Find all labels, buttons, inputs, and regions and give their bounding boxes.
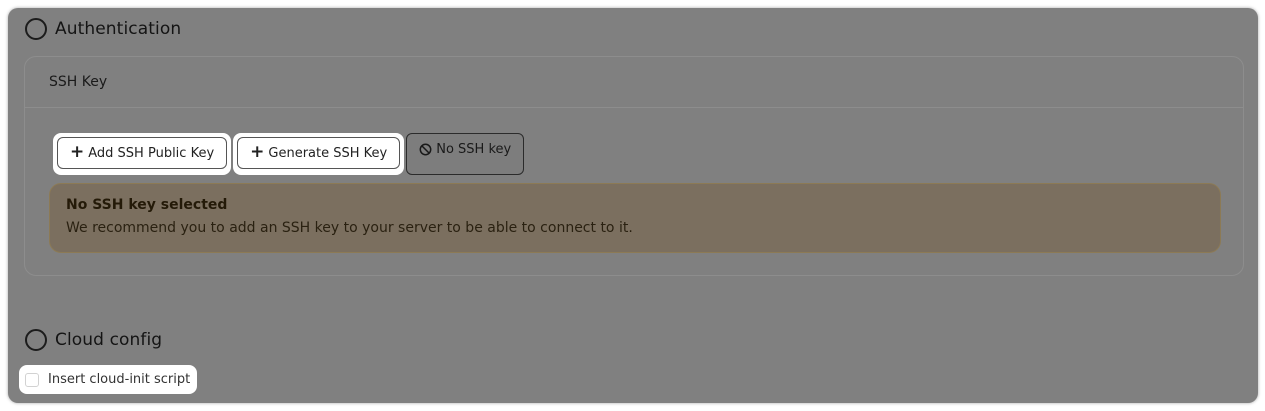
ban-icon (419, 143, 432, 156)
section-title-authentication: Authentication (55, 19, 182, 39)
plus-icon: + (70, 142, 85, 162)
card-header-ssh-key: SSH Key (25, 57, 1243, 108)
plus-icon: + (250, 142, 265, 162)
cloud-config-section-header: Cloud config (25, 329, 162, 351)
generate-ssh-key-label: Generate SSH Key (268, 145, 388, 161)
add-ssh-key-highlight: + Add SSH Public Key (53, 133, 232, 175)
circle-icon (25, 18, 47, 40)
authentication-section-header: Authentication (25, 18, 181, 40)
no-ssh-key-button[interactable]: No SSH key (406, 133, 525, 175)
section-title-cloud-config: Cloud config (55, 330, 163, 350)
ssh-key-actions: + Add SSH Public Key + Generate SSH Key … (53, 133, 525, 175)
ssh-key-card: SSH Key + Add SSH Public Key + Generate … (24, 56, 1244, 276)
dialog-overlay: Authentication SSH Key + Add SSH Public … (8, 8, 1258, 403)
insert-cloud-init-label: Insert cloud-init script (48, 372, 191, 387)
insert-cloud-init-option[interactable]: Insert cloud-init script (19, 365, 198, 394)
insert-cloud-init-checkbox[interactable] (25, 372, 39, 387)
circle-icon (25, 329, 47, 351)
add-ssh-public-key-button[interactable]: + Add SSH Public Key (57, 137, 228, 169)
no-ssh-key-alert: No SSH key selected We recommend you to … (49, 183, 1221, 253)
alert-title: No SSH key selected (66, 197, 228, 213)
generate-ssh-key-button[interactable]: + Generate SSH Key (237, 137, 401, 169)
generate-ssh-key-highlight: + Generate SSH Key (233, 133, 405, 175)
alert-message: We recommend you to add an SSH key to yo… (66, 220, 633, 236)
no-ssh-key-label: No SSH key (436, 142, 512, 157)
add-ssh-public-key-label: Add SSH Public Key (88, 145, 215, 161)
